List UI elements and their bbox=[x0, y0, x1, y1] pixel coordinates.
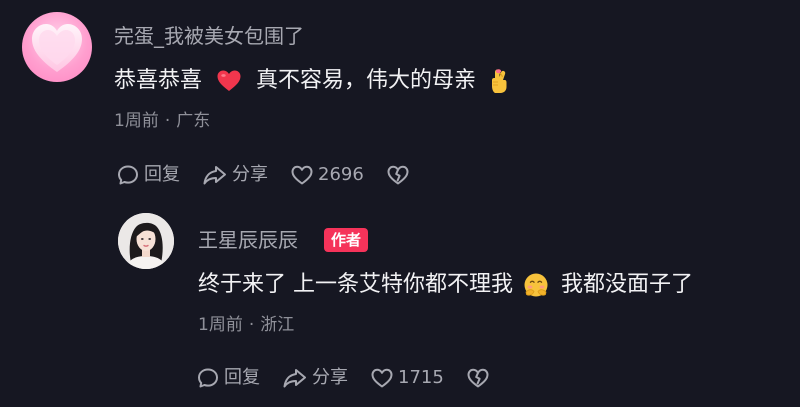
reply-time: 1周前 bbox=[198, 315, 243, 335]
reply-bubble-icon bbox=[118, 165, 138, 185]
meta-separator: · bbox=[164, 111, 171, 131]
red-heart-icon bbox=[216, 69, 242, 93]
commenter-avatar[interactable] bbox=[22, 12, 92, 82]
reply-button[interactable]: 回复 bbox=[116, 162, 180, 188]
share-button[interactable]: 分享 bbox=[282, 365, 348, 391]
dislike-button[interactable] bbox=[466, 366, 490, 390]
reply-label: 回复 bbox=[224, 367, 260, 388]
comment-text-part2: 真不容易，伟大的母亲 bbox=[256, 68, 477, 93]
commenter-username[interactable]: 完蛋_我被美女包围了 bbox=[114, 24, 304, 48]
reply-meta: 1周前 · 浙江 bbox=[198, 314, 294, 336]
comment-text: 恭喜恭喜 真不容易，伟大的母亲 bbox=[114, 67, 508, 95]
share-label: 分享 bbox=[312, 367, 348, 388]
author-badge: 作者 bbox=[324, 228, 369, 252]
reply-text-part2: 我都没面子了 bbox=[561, 272, 694, 297]
reply-text-part1: 终于来了 上一条艾特你都不理我 bbox=[198, 272, 513, 297]
heart-outline-icon bbox=[371, 368, 393, 388]
author-username[interactable]: 王星辰辰辰 bbox=[198, 228, 298, 252]
reply-label: 回复 bbox=[144, 164, 180, 185]
comment-time: 1周前 bbox=[114, 111, 159, 131]
share-arrow-icon bbox=[203, 166, 226, 185]
like-count: 1715 bbox=[398, 367, 444, 388]
comment-text-part1: 恭喜恭喜 bbox=[114, 68, 203, 93]
reply-button[interactable]: 回复 bbox=[196, 365, 260, 391]
dislike-button[interactable] bbox=[386, 163, 410, 187]
woman-portrait-icon bbox=[118, 213, 174, 269]
share-button[interactable]: 分享 bbox=[202, 162, 268, 188]
reply-text: 终于来了 上一条艾特你都不理我 我都没面子了 bbox=[198, 271, 693, 299]
reply-location: 浙江 bbox=[260, 315, 295, 335]
comment-actions: 回复 分享 2696 bbox=[116, 162, 410, 188]
like-count: 2696 bbox=[318, 164, 364, 185]
broken-heart-icon bbox=[467, 368, 489, 388]
like-button[interactable]: 1715 bbox=[370, 365, 444, 391]
shy-face-icon bbox=[523, 272, 549, 298]
share-arrow-icon bbox=[283, 369, 306, 388]
reply-bubble-icon bbox=[198, 368, 218, 388]
broken-heart-icon bbox=[387, 165, 409, 185]
heart-avatar-icon bbox=[32, 24, 82, 72]
like-button[interactable]: 2696 bbox=[290, 162, 364, 188]
share-label: 分享 bbox=[232, 164, 268, 185]
crossed-fingers-icon bbox=[490, 68, 508, 94]
author-avatar[interactable] bbox=[118, 213, 174, 269]
comment-meta: 1周前 · 广东 bbox=[114, 110, 210, 132]
reply-actions: 回复 分享 1715 bbox=[196, 365, 490, 391]
heart-outline-icon bbox=[291, 165, 313, 185]
comment-location: 广东 bbox=[176, 111, 211, 131]
meta-separator: · bbox=[248, 315, 255, 335]
